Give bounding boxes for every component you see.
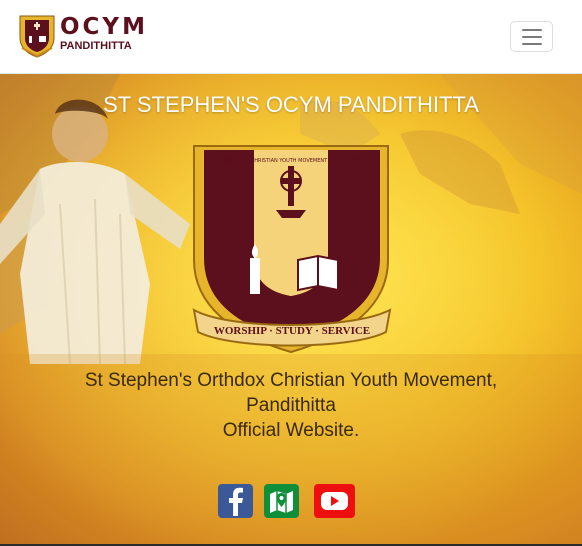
- youtube-link-button[interactable]: [314, 484, 355, 518]
- hero-title: ST STEPHEN'S OCYM PANDITHITTA: [103, 92, 479, 117]
- brand-subtitle: PANDITHITTA: [60, 40, 132, 52]
- brand-text: OCYM PANDITHITTA: [60, 14, 148, 53]
- navbar: OCYM PANDITHITTA: [0, 0, 582, 74]
- facebook-icon: [229, 487, 243, 516]
- emblem-motto: WORSHIP · STUDY · SERVICE: [214, 325, 370, 337]
- map-link-button[interactable]: [264, 484, 299, 518]
- youtube-icon: [321, 492, 348, 510]
- description-line: Official Website.: [222, 420, 360, 441]
- navbar-toggler-button[interactable]: [510, 21, 553, 52]
- emblem-ring-text: ORTHODOX CHRISTIAN YOUTH MOVEMENT OF THE…: [220, 158, 362, 164]
- hamburger-menu-icon: [521, 28, 542, 31]
- map-location-icon: [270, 491, 293, 513]
- hero-description: St Stephen's Orthdox Christian Youth Mov…: [40, 368, 542, 443]
- facebook-link-button[interactable]: [218, 484, 253, 518]
- social-links: [218, 484, 358, 520]
- hamburger-menu-icon: [521, 35, 542, 38]
- shield-logo-icon: [19, 15, 55, 58]
- ocym-emblem-icon: WORSHIP · STUDY · SERVICE ORTHODOX CHRIS…: [192, 145, 392, 354]
- description-line: St Stephen's Orthdox Christian Youth Mov…: [84, 370, 498, 391]
- hamburger-menu-icon: [521, 42, 542, 45]
- brand-logo[interactable]: OCYM PANDITHITTA: [18, 14, 145, 58]
- brand-title: OCYM: [60, 14, 148, 40]
- hero-banner: ST STEPHEN'S OCYM PANDITHITTA WORSHIP · …: [0, 74, 582, 544]
- description-line: Pandithitta: [246, 395, 336, 416]
